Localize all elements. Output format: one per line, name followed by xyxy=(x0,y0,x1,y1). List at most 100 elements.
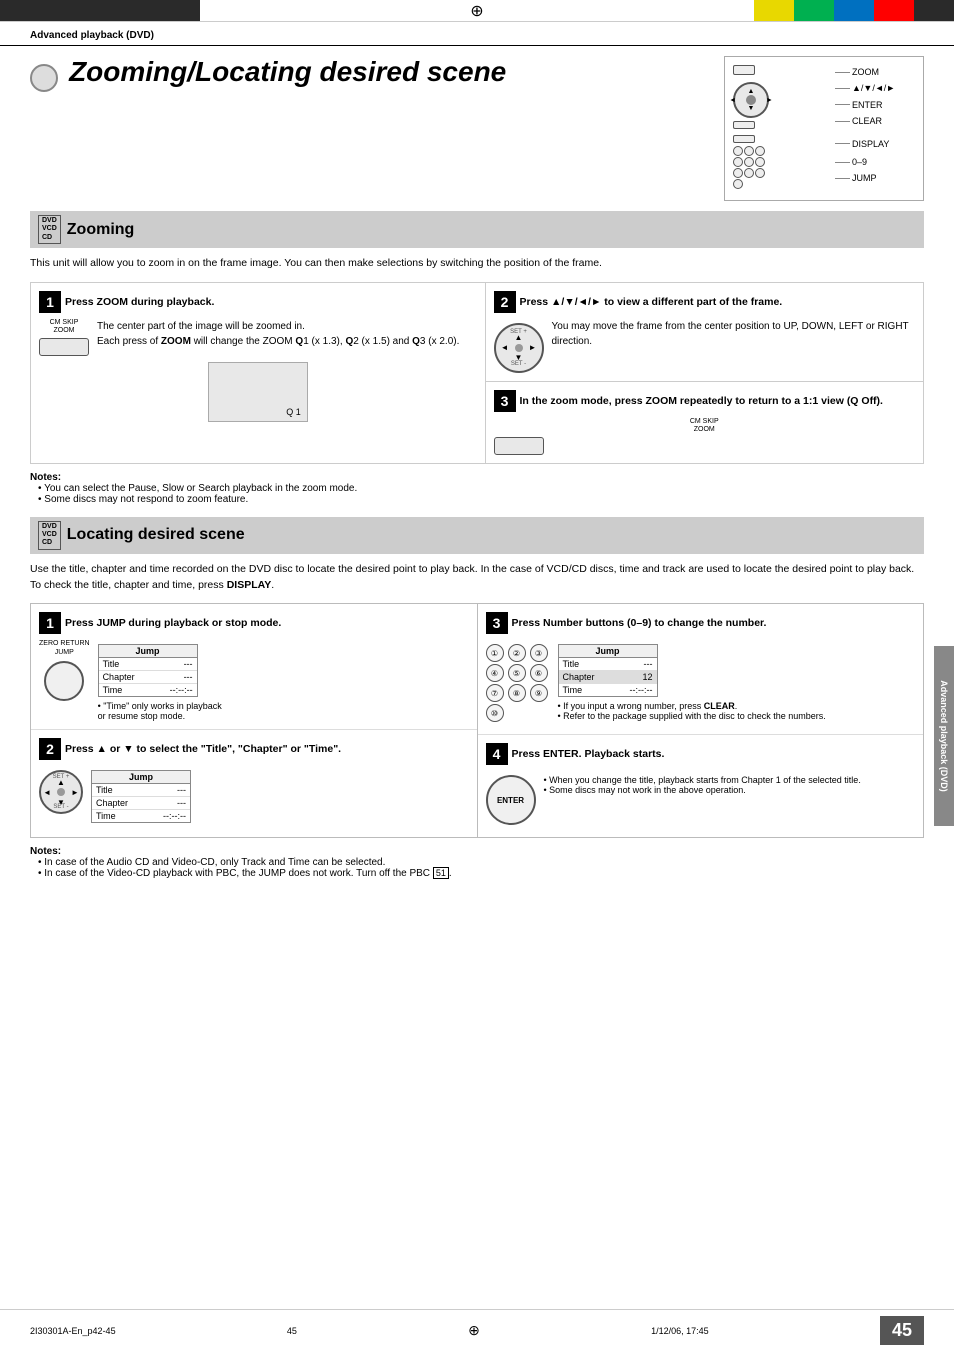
up-down-set-top: SET + xyxy=(53,774,70,780)
zoom-rect-btn xyxy=(39,338,89,356)
num-btn-8: ⑧ xyxy=(508,684,526,702)
num-btn-6 xyxy=(755,157,765,167)
zoom-step1-btn-area: CM SKIPZOOM xyxy=(39,319,89,356)
zero-nine-label: 0–9 xyxy=(852,155,867,169)
zoom-screen-illustration: Q 1 xyxy=(208,362,308,422)
locate-step2-num: 2 xyxy=(39,738,61,760)
number-grid: ① ② ③ ④ ⑤ ⑥ ⑦ ⑧ ⑨ ⑩ xyxy=(486,644,550,722)
jt2-time-label: Time xyxy=(96,811,156,821)
jt3-row-title: Title --- xyxy=(559,658,657,671)
jt1-row-time: Time --:--:-- xyxy=(99,684,197,696)
locate-step2-title: Press ▲ or ▼ to select the "Title", "Cha… xyxy=(65,743,469,755)
locate-step3-body: ① ② ③ ④ ⑤ ⑥ ⑦ ⑧ ⑨ ⑩ xyxy=(486,640,916,726)
jt3-row-chapter: Chapter 12 xyxy=(559,671,657,684)
locate-step1-header: 1 Press JUMP during playback or stop mod… xyxy=(39,612,469,634)
zoom-step2-body: You may move the frame from the center p… xyxy=(552,319,916,373)
jt2-header: Jump xyxy=(92,771,190,784)
jt1-row-chapter: Chapter --- xyxy=(99,671,197,684)
zooming-steps-grid: 1 Press ZOOM during playback. CM SKIPZOO… xyxy=(30,282,924,464)
locate-step2: 2 Press ▲ or ▼ to select the "Title", "C… xyxy=(31,730,477,835)
num-btn-4: ④ xyxy=(486,664,504,682)
up-down-set-bot: SET - xyxy=(53,804,68,810)
num-grid-area: ① ② ③ ④ ⑤ ⑥ ⑦ ⑧ ⑨ ⑩ xyxy=(486,640,550,726)
color-red xyxy=(874,0,914,21)
remote-buttons: ▲ ◄ ► ▼ xyxy=(733,65,835,192)
enter-label: ENTER xyxy=(852,98,883,112)
zooming-note-1: You can select the Pause, Slow or Search… xyxy=(38,483,924,494)
locate-step4-body: ENTER • When you change the title, playb… xyxy=(486,771,916,829)
remote-nav-circle: ▲ ◄ ► ▼ xyxy=(733,82,769,118)
locating-notes-list: In case of the Audio CD and Video-CD, on… xyxy=(30,857,924,879)
locate-step2-body: ▲ ◄ ► ▼ SET + SET - xyxy=(39,766,469,827)
locate-step4: 4 Press ENTER. Playback starts. ENTER • … xyxy=(478,735,924,837)
zero-return-label: ZERO RETURNJUMP xyxy=(39,640,90,657)
locate-step1-title: Press JUMP during playback or stop mode. xyxy=(65,617,469,629)
jt1-chapter-label: Chapter xyxy=(103,672,163,682)
locating-title: Locating desired scene xyxy=(67,526,245,544)
zooming-title: Zooming xyxy=(67,221,135,239)
color-yellow xyxy=(754,0,794,21)
set-bot-label: SET - xyxy=(511,361,526,367)
enter-btn-illus: ENTER xyxy=(486,775,536,825)
locate-step4-note2: • Some discs may not work in the above o… xyxy=(544,785,861,795)
zoom-step1-header: 1 Press ZOOM during playback. xyxy=(39,291,477,313)
bottom-page-center: 45 xyxy=(287,1326,297,1336)
jt2-time-val: --:--:-- xyxy=(156,811,186,821)
jt1-chapter-val: --- xyxy=(163,672,193,682)
jt3-chapter-label: Chapter xyxy=(563,672,623,682)
jump-table-3: Jump Title --- Chapter 12 Time xyxy=(558,644,658,697)
jt3-time-label: Time xyxy=(563,685,623,695)
locate-step1-table-area: Jump Title --- Chapter --- Time xyxy=(98,640,222,721)
up-down-circle: ▲ ◄ ► ▼ SET + SET - xyxy=(39,770,83,814)
num-btn-7 xyxy=(733,168,743,178)
zoom-btn-label: CM SKIPZOOM xyxy=(39,319,89,336)
jt2-row-chapter: Chapter --- xyxy=(92,797,190,810)
zoom-step2-title: Press ▲/▼/◄/► to view a different part o… xyxy=(520,296,916,308)
zoom-q1-label: Q 1 xyxy=(286,407,301,417)
locate-step4-notes: • When you change the title, playback st… xyxy=(544,775,861,795)
page-number-box: 45 xyxy=(880,1316,924,1345)
zero-return-area: ZERO RETURNJUMP xyxy=(39,640,90,705)
num-btn-0: ⑩ xyxy=(486,704,504,722)
num-btn-7: ⑦ xyxy=(486,684,504,702)
locating-grid: 1 Press JUMP during playback or stop mod… xyxy=(30,603,924,838)
num-btn-4 xyxy=(733,157,743,167)
jump-label: JUMP xyxy=(852,171,877,185)
locate-step1-num: 1 xyxy=(39,612,61,634)
locate-step3-header: 3 Press Number buttons (0–9) to change t… xyxy=(486,612,916,634)
locating-note-1: In case of the Audio CD and Video-CD, on… xyxy=(38,857,924,868)
zooming-note-2: Some discs may not respond to zoom featu… xyxy=(38,494,924,505)
zoom-step3-num: 3 xyxy=(494,390,516,412)
locate-step3-note2: • Refer to the package supplied with the… xyxy=(558,711,826,721)
zooming-notes: Notes: You can select the Pause, Slow or… xyxy=(30,472,924,505)
zoom-step1-body: The center part of the image will be zoo… xyxy=(97,319,459,356)
jt3-title-label: Title xyxy=(563,659,623,669)
jt1-title-val: --- xyxy=(163,659,193,669)
remote-number-grid xyxy=(733,146,835,189)
zoom3-rect-btn xyxy=(494,437,544,455)
remote-clear-btn xyxy=(733,121,755,129)
jt1-title-label: Title xyxy=(103,659,163,669)
color-green xyxy=(794,0,834,21)
main-title-row: Zooming/Locating desired scene ▲ xyxy=(30,56,924,201)
up-down-area: ▲ ◄ ► ▼ SET + SET - xyxy=(39,766,83,818)
jt1-row-title: Title --- xyxy=(99,658,197,671)
page-header: Advanced playback (DVD) xyxy=(0,22,954,46)
zero-return-btn xyxy=(44,661,84,701)
jt3-time-val: --:--:-- xyxy=(623,685,653,695)
jt1-header: Jump xyxy=(99,645,197,658)
enter-btn-area: ENTER xyxy=(486,771,536,829)
num-btn-8 xyxy=(744,168,754,178)
locate-step3-num: 3 xyxy=(486,612,508,634)
locate-step3-table-notes: Jump Title --- Chapter 12 Time xyxy=(558,640,826,721)
zoom3-btn-label: CM SKIPZOOM xyxy=(494,418,916,435)
jt3-header: Jump xyxy=(559,645,657,658)
page-header-text: Advanced playback (DVD) xyxy=(30,30,154,41)
jt2-title-val: --- xyxy=(156,785,186,795)
num-btn-2: ② xyxy=(508,644,526,662)
nav-circle-area: ▲ ◄ ► ▼ SET + SET - xyxy=(494,319,544,373)
side-label-text: Advanced playback (DVD) xyxy=(939,680,949,792)
zoom-step3-title: In the zoom mode, press ZOOM repeatedly … xyxy=(520,395,916,407)
locate-step3: 3 Press Number buttons (0–9) to change t… xyxy=(478,604,924,735)
title-text-wrap: Zooming/Locating desired scene xyxy=(30,56,704,92)
